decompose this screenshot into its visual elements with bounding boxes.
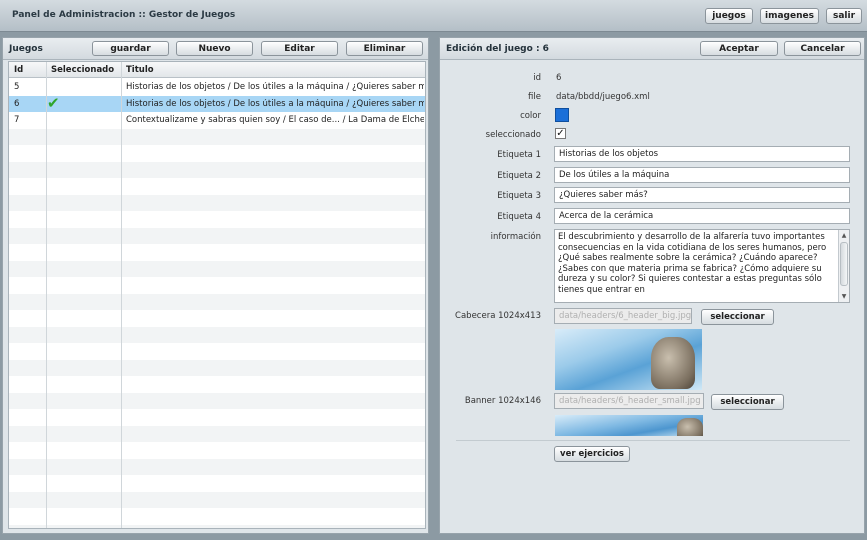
edit-panel-header: Edición del juego : 6 Aceptar Cancelar (440, 38, 864, 60)
tag2-input[interactable]: De los útiles a la máquina (554, 167, 850, 183)
table-row[interactable]: 6 ✔ Historias de los objetos / De los útil… (9, 93, 425, 112)
table-row[interactable] (9, 145, 425, 161)
file-value: data/bbdd/juego6.xml (556, 92, 650, 102)
table-row[interactable] (9, 293, 425, 310)
id-value: 6 (556, 73, 562, 83)
table-row[interactable] (9, 376, 425, 392)
table-row[interactable] (9, 392, 425, 409)
id-label: id (533, 73, 541, 83)
scroll-up-icon[interactable]: ▲ (840, 231, 848, 240)
table-row[interactable] (9, 194, 425, 211)
cell-id: 5 (14, 82, 20, 92)
table-row[interactable]: 5 Historias de los objetos / De los útile… (9, 79, 425, 95)
tag3-label: Etiqueta 3 (497, 191, 541, 201)
tag1-input[interactable]: Historias de los objetos (554, 146, 850, 162)
column-divider (46, 62, 47, 528)
header-path-input: data/headers/6_header_big.jpg (554, 308, 692, 324)
table-row[interactable] (9, 227, 425, 244)
eliminar-button[interactable]: Eliminar (346, 41, 423, 56)
banner-path-input: data/headers/6_header_small.jpg (554, 393, 704, 409)
file-label: file (528, 92, 541, 102)
games-panel-header: Juegos guardar Nuevo Editar Eliminar (3, 38, 428, 60)
info-scrollbar[interactable]: ▲ ▼ (838, 230, 849, 302)
guardar-button[interactable]: guardar (92, 41, 169, 56)
tag1-label: Etiqueta 1 (497, 150, 541, 160)
games-panel-title: Juegos (9, 44, 43, 54)
select-header-button[interactable]: seleccionar (701, 309, 774, 325)
table-row[interactable] (9, 343, 425, 359)
table-row[interactable] (9, 161, 425, 178)
vase-image (677, 418, 703, 436)
table-row[interactable] (9, 359, 425, 376)
salir-button[interactable]: salir (826, 8, 862, 24)
table-row[interactable] (9, 409, 425, 425)
cell-id: 6 (14, 98, 20, 109)
table-row[interactable] (9, 260, 425, 277)
games-table: Id Seleccionado Titulo 5 Historias de los… (8, 61, 426, 529)
vase-image (651, 337, 695, 389)
info-label: información (490, 232, 541, 242)
table-row[interactable] (9, 178, 425, 194)
top-bar: Panel de Administracion :: Gestor de Jue… (0, 0, 867, 32)
tag3-input[interactable]: ¿Quieres saber más? (554, 187, 850, 203)
table-row[interactable] (9, 310, 425, 326)
scroll-down-icon[interactable]: ▼ (840, 292, 848, 301)
table-row[interactable] (9, 458, 425, 475)
table-row[interactable] (9, 442, 425, 458)
tag2-label: Etiqueta 2 (497, 171, 541, 181)
cell-id: 7 (14, 115, 20, 125)
table-row[interactable] (9, 244, 425, 260)
color-label: color (520, 111, 541, 121)
banner-image-preview (555, 415, 703, 436)
header-image-preview (555, 329, 702, 390)
cell-title: Historias de los objetos / De los útiles… (126, 98, 424, 109)
checkmark-icon: ✔ (47, 93, 60, 112)
tag4-label: Etiqueta 4 (497, 212, 541, 222)
cancelar-button[interactable]: Cancelar (784, 41, 861, 56)
form-divider (456, 440, 850, 441)
table-header: Id Seleccionado Titulo (9, 62, 425, 78)
column-header-id[interactable]: Id (14, 65, 23, 75)
table-row[interactable] (9, 508, 425, 524)
scroll-thumb[interactable] (840, 242, 848, 286)
column-header-selected[interactable]: Seleccionado (51, 65, 114, 75)
table-row[interactable] (9, 326, 425, 343)
table-row[interactable] (9, 491, 425, 508)
tag4-input[interactable]: Acerca de la cerámica (554, 208, 850, 224)
table-row[interactable] (9, 425, 425, 442)
table-row[interactable] (9, 211, 425, 227)
selected-label: seleccionado (485, 130, 541, 140)
app-title: Panel de Administracion :: Gestor de Jue… (12, 10, 236, 20)
table-row[interactable] (9, 277, 425, 293)
column-divider (121, 62, 122, 528)
imagenes-button[interactable]: imagenes (760, 8, 819, 24)
editar-button[interactable]: Editar (261, 41, 338, 56)
table-row[interactable] (9, 475, 425, 491)
table-row[interactable]: 7 Contextualizame y sabras quien soy / El… (9, 112, 425, 128)
info-textarea[interactable]: El descubrimiento y desarrollo de la alf… (554, 229, 850, 303)
edit-panel-title: Edición del juego : 6 (446, 44, 549, 54)
cell-title: Contextualizame y sabras quien soy / El … (126, 115, 424, 125)
cell-title: Historias de los objetos / De los útiles… (126, 82, 424, 92)
header-image-label: Cabecera 1024x413 (455, 311, 541, 321)
juegos-button[interactable]: juegos (705, 8, 753, 24)
column-header-title[interactable]: Titulo (126, 65, 154, 75)
info-text: El descubrimiento y desarrollo de la alf… (558, 232, 827, 295)
aceptar-button[interactable]: Aceptar (700, 41, 778, 56)
table-row[interactable] (9, 128, 425, 145)
color-picker[interactable] (555, 108, 569, 122)
selected-checkbox[interactable]: ✓ (555, 128, 566, 139)
select-banner-button[interactable]: seleccionar (711, 394, 784, 410)
nuevo-button[interactable]: Nuevo (176, 41, 253, 56)
table-row[interactable] (9, 524, 425, 528)
games-panel: Juegos guardar Nuevo Editar Eliminar Id … (2, 37, 429, 534)
banner-image-label: Banner 1024x146 (464, 396, 541, 406)
view-exercises-button[interactable]: ver ejercicios (554, 446, 630, 462)
